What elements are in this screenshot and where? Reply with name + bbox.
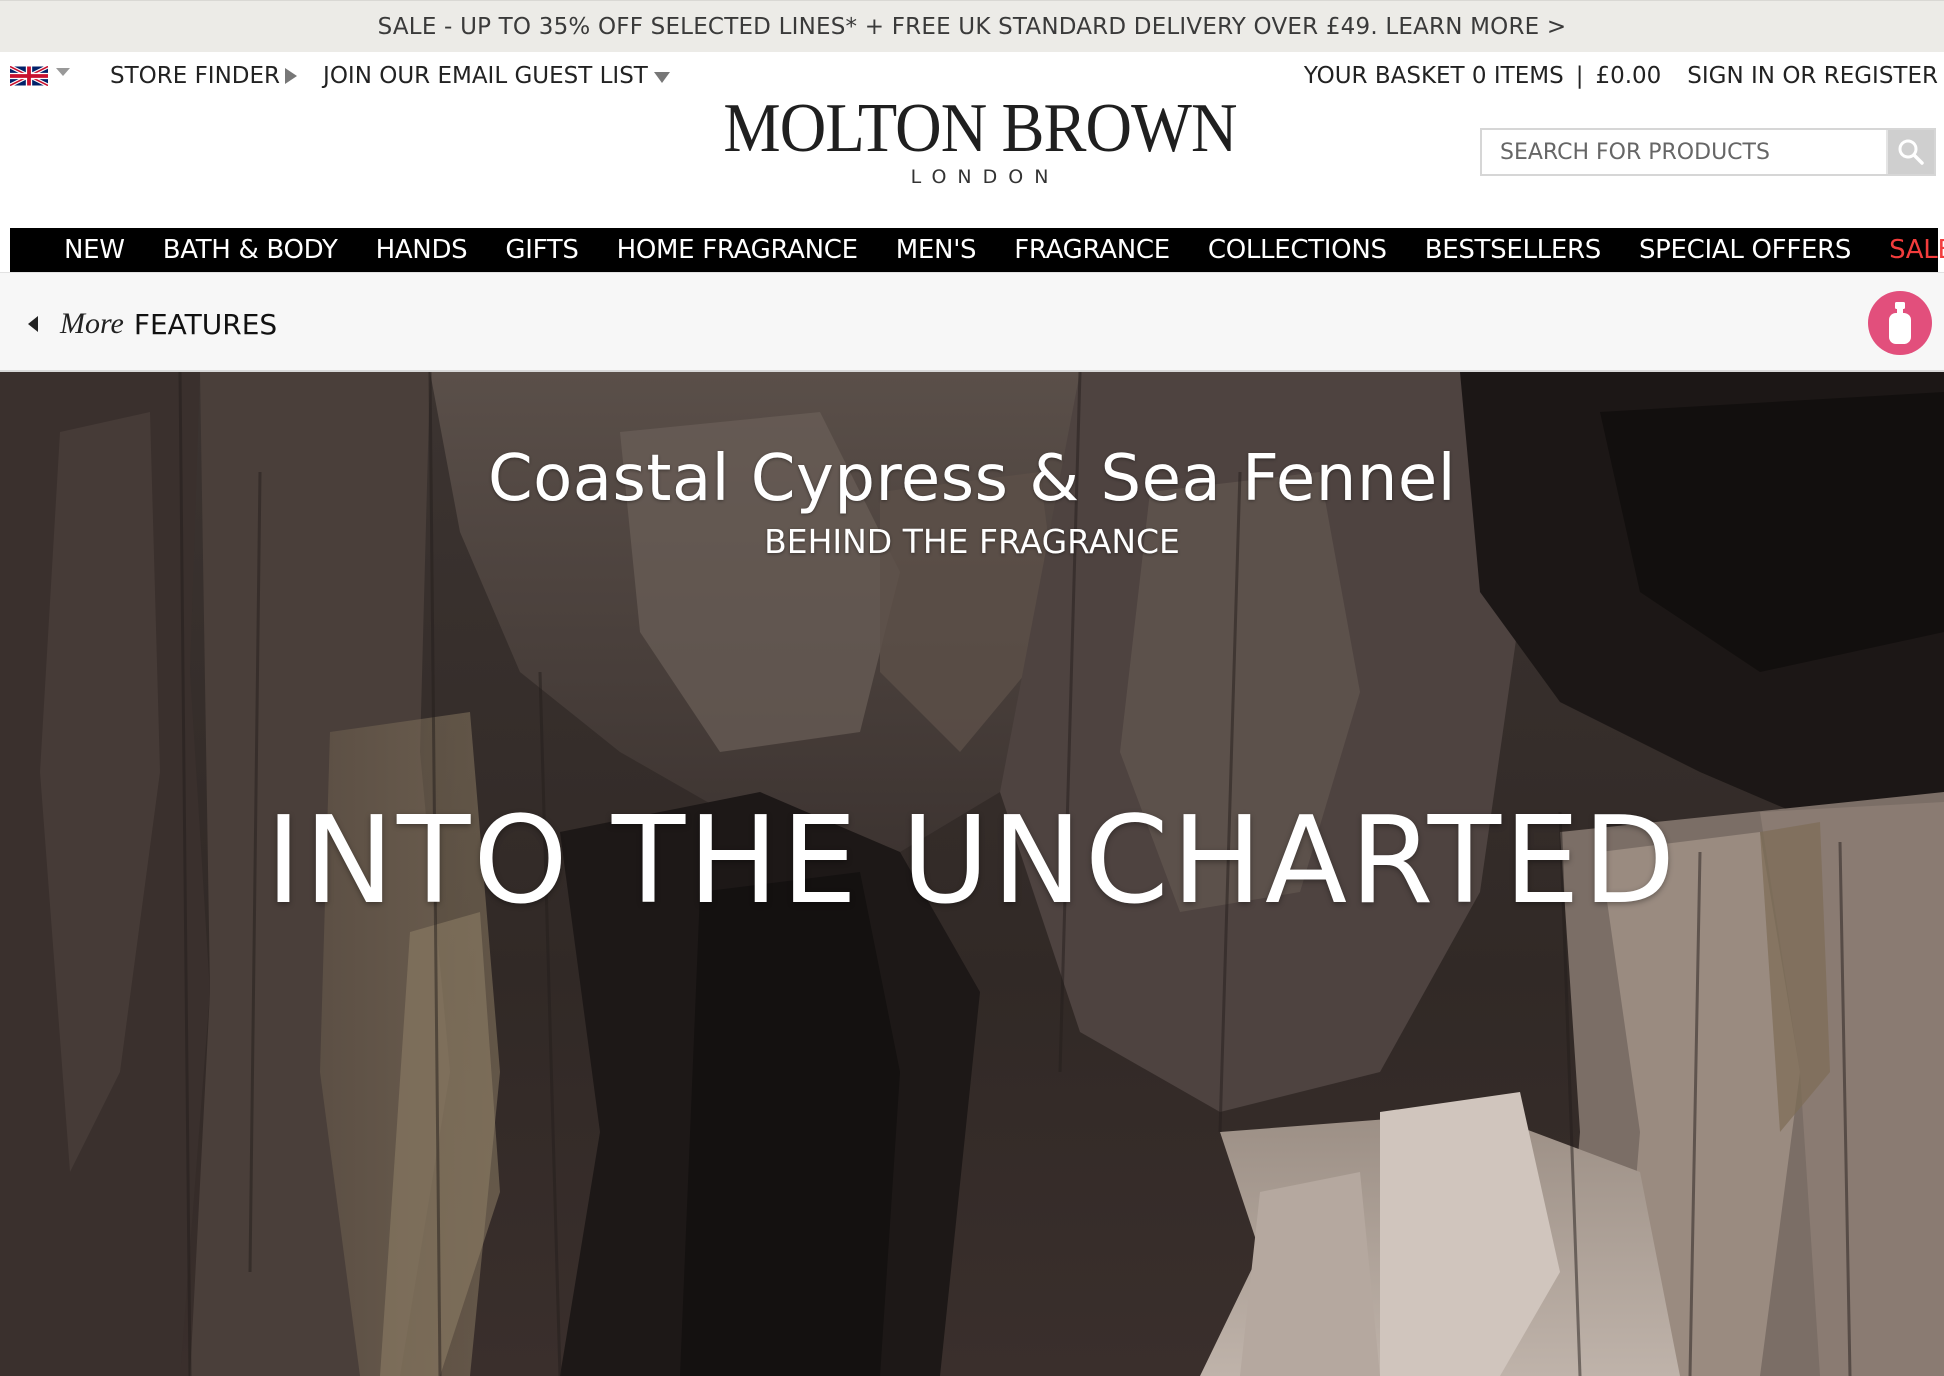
nav-item-gifts[interactable]: GIFTS: [505, 235, 579, 265]
basket-separator: |: [1575, 63, 1584, 89]
nav-item-bath-body[interactable]: BATH & BODY: [163, 235, 338, 265]
store-finder-label: STORE FINDER: [110, 63, 281, 89]
bottle-button[interactable]: [1868, 291, 1932, 355]
promo-text[interactable]: SALE - UP TO 35% OFF SELECTED LINES* + F…: [378, 14, 1567, 40]
store-finder-link[interactable]: STORE FINDER: [110, 63, 298, 89]
chevron-down-icon: [653, 71, 670, 83]
search-box: [1480, 128, 1936, 176]
bottle-icon: [1889, 302, 1911, 344]
basket-link[interactable]: YOUR BASKET 0 ITEMS: [1304, 63, 1564, 89]
nav-item-sale[interactable]: SALE: [1889, 235, 1944, 265]
email-guest-list-link[interactable]: JOIN OUR EMAIL GUEST LIST: [323, 63, 670, 89]
nav-item-fragrance[interactable]: FRAGRANCE: [1014, 235, 1170, 265]
chevron-left-icon: [28, 316, 38, 332]
basket-total[interactable]: £0.00: [1595, 63, 1661, 89]
nav-item-collections[interactable]: COLLECTIONS: [1208, 235, 1387, 265]
nav-item-special-offers[interactable]: SPECIAL OFFERS: [1639, 235, 1851, 265]
promo-bar[interactable]: SALE - UP TO 35% OFF SELECTED LINES* + F…: [0, 0, 1944, 52]
logo-subtitle: LONDON: [910, 166, 1060, 188]
features-label: FEATURES: [133, 307, 278, 341]
search-button[interactable]: [1886, 130, 1934, 174]
features-bar: More FEATURES: [0, 272, 1944, 372]
email-guest-list-label: JOIN OUR EMAIL GUEST LIST: [323, 63, 648, 89]
hero-title: Coastal Cypress & Sea Fennel: [487, 442, 1457, 516]
flag-chevron-down-icon[interactable]: [56, 68, 70, 76]
sign-in-link[interactable]: SIGN IN OR REGISTER: [1687, 63, 1938, 89]
nav-item-bestsellers[interactable]: BESTSELLERS: [1425, 235, 1602, 265]
main-nav: NEW BATH & BODY HANDS GIFTS HOME FRAGRAN…: [10, 228, 1944, 272]
hero-headline: INTO THE UNCHARTED: [265, 792, 1679, 931]
logo[interactable]: MOLTON BROWN LONDON: [700, 90, 1260, 189]
search-icon: [1898, 139, 1924, 165]
nav-item-new[interactable]: NEW: [64, 235, 125, 265]
nav-item-hands[interactable]: HANDS: [376, 235, 468, 265]
logo-wordmark: MOLTON BROWN: [723, 90, 1237, 167]
search-input[interactable]: [1482, 130, 1886, 174]
hero-subtitle: BEHIND THE FRAGRANCE: [764, 522, 1180, 561]
more-label: More: [60, 307, 124, 340]
utility-left: STORE FINDER JOIN OUR EMAIL GUEST LIST: [10, 60, 670, 92]
more-features-link[interactable]: More FEATURES: [28, 307, 277, 341]
nav-item-home-fragrance[interactable]: HOME FRAGRANCE: [617, 235, 859, 265]
uk-flag-icon[interactable]: [10, 66, 48, 86]
nav-item-mens[interactable]: MEN'S: [896, 235, 977, 265]
arrow-right-icon: [285, 68, 298, 84]
utility-right: YOUR BASKET 0 ITEMS | £0.00 SIGN IN OR R…: [1304, 60, 1938, 92]
hero-banner: Coastal Cypress & Sea Fennel BEHIND THE …: [0, 372, 1944, 1376]
